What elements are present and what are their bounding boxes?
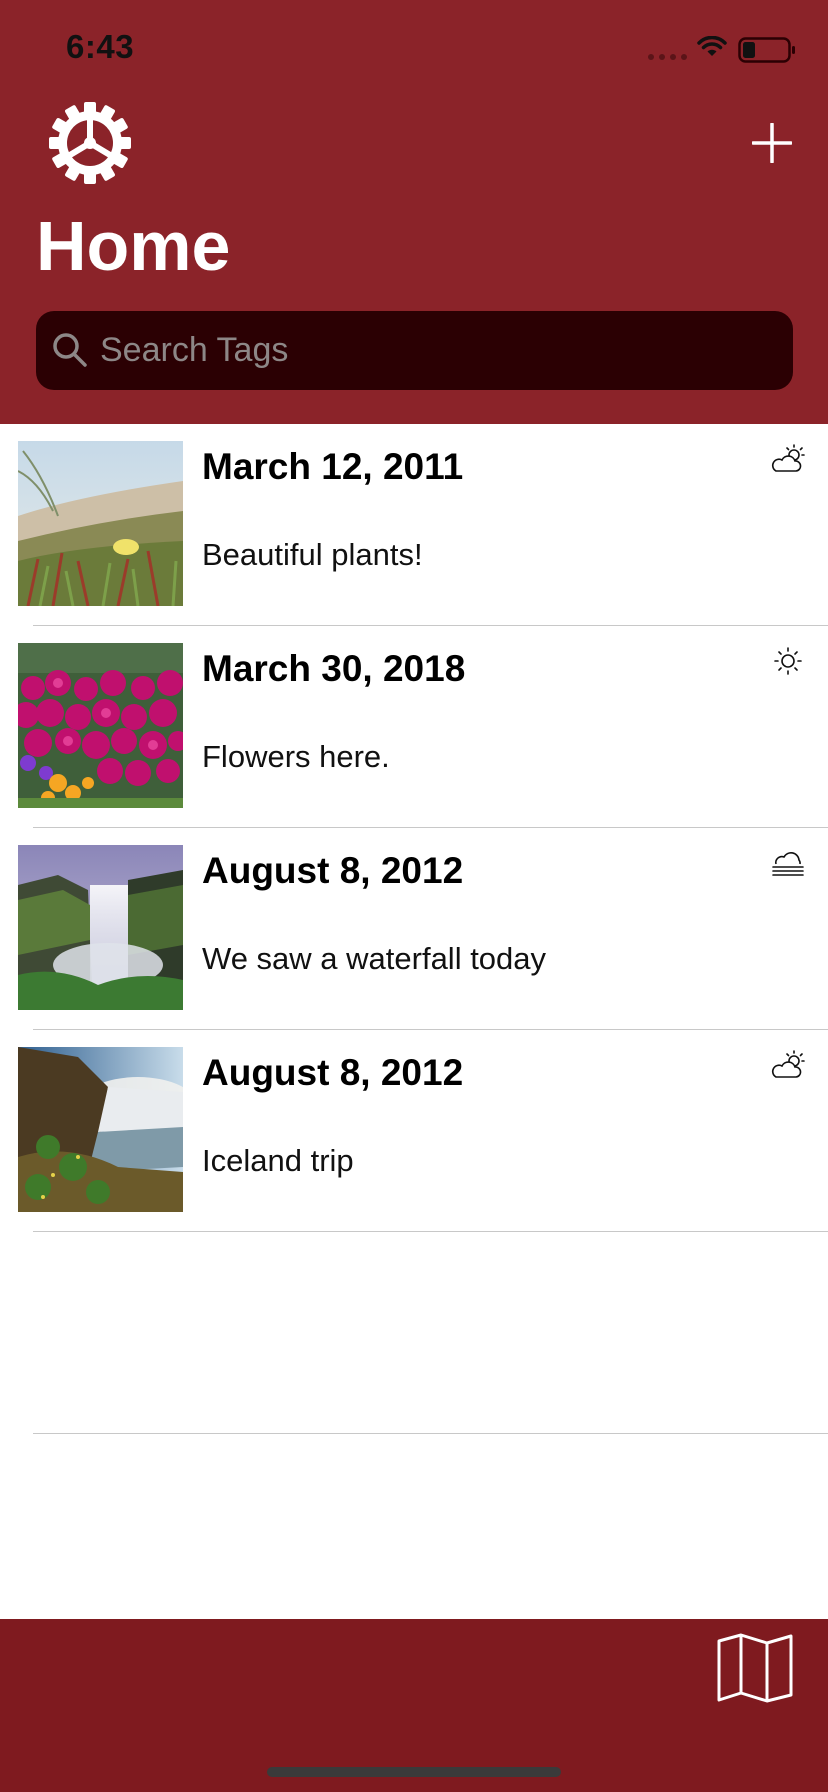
add-entry-plus-icon[interactable] <box>752 123 792 163</box>
list-item[interactable]: March 30, 2018 Flowers here. <box>0 626 828 828</box>
home-indicator[interactable] <box>267 1767 561 1777</box>
status-time: 6:43 <box>66 28 135 65</box>
entry-thumbnail <box>18 845 183 1010</box>
map-icon[interactable] <box>717 1633 793 1703</box>
entry-note: Beautiful plants! <box>202 537 423 572</box>
settings-gear-icon[interactable] <box>47 100 133 186</box>
wifi-icon <box>697 36 727 56</box>
entry-thumbnail <box>18 1047 183 1212</box>
entry-date: August 8, 2012 <box>202 850 464 891</box>
entry-note: Flowers here. <box>202 739 390 774</box>
empty-list-row <box>0 1232 828 1434</box>
bottom-toolbar <box>0 1619 828 1792</box>
partly-cloudy-icon <box>771 1050 805 1078</box>
entry-date: March 30, 2018 <box>202 648 466 689</box>
search-icon <box>53 333 87 367</box>
page-title: Home <box>36 207 231 285</box>
search-tags-input[interactable] <box>100 311 780 390</box>
entry-thumbnail <box>18 441 183 606</box>
entry-thumbnail <box>18 643 183 808</box>
entry-date: August 8, 2012 <box>202 1052 464 1093</box>
search-bar[interactable] <box>36 311 793 390</box>
list-item[interactable]: August 8, 2012 Iceland trip <box>0 1030 828 1232</box>
row-divider <box>33 1433 828 1434</box>
list-item[interactable]: March 12, 2011 Beautiful plants! <box>0 424 828 626</box>
entry-date: March 12, 2011 <box>202 446 464 487</box>
entry-note: Iceland trip <box>202 1143 354 1178</box>
sun-icon <box>774 647 802 675</box>
entry-note: We saw a waterfall today <box>202 941 547 976</box>
list-item[interactable]: August 8, 2012 We saw a waterfall today <box>0 828 828 1030</box>
entries-list: March 12, 2011 Beautiful plants! March 3… <box>0 424 828 1232</box>
navigation-header: 6:43 Home Search Tags <box>0 0 828 424</box>
partly-cloudy-icon <box>771 444 805 472</box>
cellular-signal-icon <box>648 54 687 60</box>
fog-icon <box>772 852 804 876</box>
battery-icon <box>738 37 795 63</box>
